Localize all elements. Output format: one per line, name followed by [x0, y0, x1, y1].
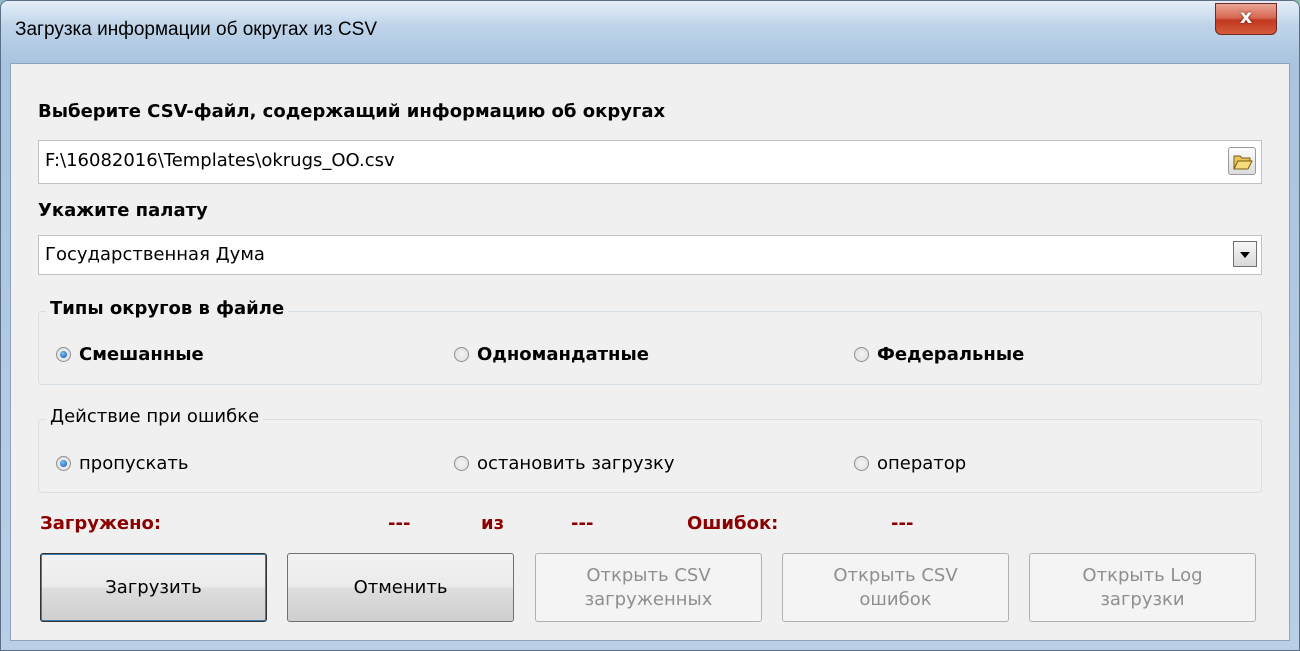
radio-checked-icon: [56, 456, 71, 471]
file-label: Выберите CSV-файл, содержащий информацию…: [38, 101, 666, 122]
browse-button[interactable]: [1228, 147, 1256, 175]
district-types-group: [38, 311, 1262, 385]
radio-federal-label: Федеральные: [877, 344, 1025, 365]
loaded-label: Загружено:: [40, 513, 162, 534]
radio-stop-loading-label: остановить загрузку: [477, 453, 675, 474]
radio-federal[interactable]: Федеральные: [854, 344, 1024, 365]
errors-value: ---: [891, 513, 914, 534]
error-action-title: Действие при ошибке: [46, 406, 264, 427]
total-value: ---: [571, 513, 594, 534]
radio-operator[interactable]: оператор: [854, 453, 966, 474]
open-error-csv-button[interactable]: Открыть CSV ошибок: [782, 553, 1009, 622]
cancel-button[interactable]: Отменить: [287, 553, 514, 622]
radio-mixed[interactable]: Смешанные: [56, 344, 204, 365]
radio-unchecked-icon: [454, 456, 469, 471]
folder-open-icon: [1233, 155, 1253, 170]
radio-checked-icon: [56, 347, 71, 362]
dialog-client-area: Выберите CSV-файл, содержащий информацию…: [10, 63, 1290, 641]
file-path-value: F:\16082016\Templates\okrugs_OO.csv: [45, 150, 395, 171]
window-title: Загрузка информации об округах из CSV: [15, 19, 377, 40]
radio-unchecked-icon: [854, 456, 869, 471]
radio-skip[interactable]: пропускать: [56, 453, 189, 474]
file-path-field[interactable]: F:\16082016\Templates\okrugs_OO.csv: [38, 140, 1262, 184]
radio-operator-label: оператор: [877, 453, 967, 474]
errors-label: Ошибок:: [687, 513, 779, 534]
title-bar[interactable]: Загрузка информации об округах из CSV x: [1, 1, 1299, 63]
radio-mixed-label: Смешанные: [79, 344, 204, 365]
load-button[interactable]: Загрузить: [40, 553, 267, 622]
district-types-title: Типы округов в файле: [46, 298, 289, 319]
radio-single-mandate[interactable]: Одномандатные: [454, 344, 649, 365]
radio-single-mandate-label: Одномандатные: [477, 344, 649, 365]
radio-unchecked-icon: [854, 347, 869, 362]
close-icon: x: [1239, 6, 1253, 28]
radio-skip-label: пропускать: [79, 453, 189, 474]
close-button[interactable]: x: [1215, 3, 1277, 35]
open-loaded-csv-button[interactable]: Открыть CSV загруженных: [535, 553, 762, 622]
chamber-select[interactable]: Государственная Дума: [38, 235, 1262, 275]
chamber-label: Укажите палату: [38, 200, 208, 221]
chevron-down-icon[interactable]: [1233, 241, 1257, 267]
of-label: из: [481, 513, 505, 534]
open-log-button[interactable]: Открыть Log загрузки: [1029, 553, 1256, 622]
dialog-window: Загрузка информации об округах из CSV x …: [0, 0, 1300, 651]
chamber-selected-value: Государственная Дума: [45, 244, 265, 265]
radio-stop-loading[interactable]: остановить загрузку: [454, 453, 675, 474]
radio-unchecked-icon: [454, 347, 469, 362]
loaded-value: ---: [388, 513, 411, 534]
